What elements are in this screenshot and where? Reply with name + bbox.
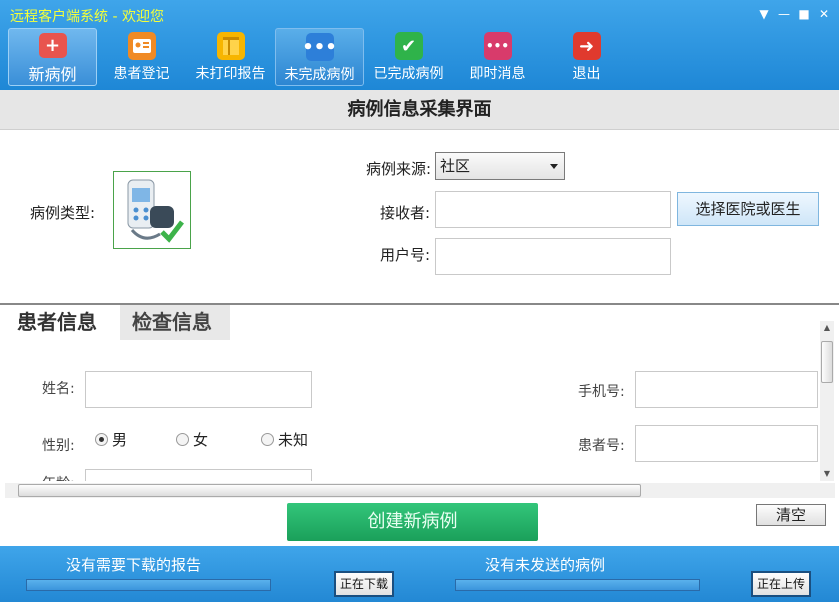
horizontal-scrollbar[interactable]: [5, 483, 835, 498]
toolbar-new-case-button[interactable]: + 新病例: [8, 28, 97, 86]
name-label: 姓名:: [42, 381, 75, 397]
page-title: 病例信息采集界面: [0, 90, 839, 130]
clear-button[interactable]: 清空: [756, 504, 826, 526]
patient-no-field[interactable]: [635, 425, 818, 462]
toolbar-label: 未打印报告: [195, 66, 266, 82]
upload-progress-bar: [455, 579, 700, 591]
user-id-label: 用户号:: [380, 246, 431, 264]
vertical-scrollbar[interactable]: ▲ ▼: [820, 321, 834, 481]
upload-status-text: 没有未发送的病例: [485, 556, 606, 574]
case-source-select[interactable]: 社区: [435, 152, 565, 180]
receiver-label: 接收者:: [380, 204, 431, 222]
ellipsis-icon: •••: [302, 33, 337, 61]
chevron-down-icon: [550, 164, 558, 169]
gender-option-label: 女: [193, 431, 209, 449]
action-row: 创建新病例 清空: [0, 498, 839, 546]
select-hospital-doctor-button[interactable]: 选择医院或医生: [677, 192, 819, 226]
create-case-button[interactable]: 创建新病例: [287, 503, 538, 541]
radio-unselected-icon: [261, 433, 274, 446]
toolbar-label: 已完成病例: [373, 66, 444, 82]
gender-radio-female[interactable]: 女: [176, 429, 208, 450]
gender-radio-male[interactable]: 男: [95, 429, 127, 450]
toolbar-label: 患者登记: [113, 66, 170, 82]
id-card-icon: [127, 32, 156, 60]
scroll-down-icon[interactable]: ▼: [822, 469, 832, 479]
scrollbar-thumb[interactable]: [821, 341, 833, 383]
case-info-panel: 病例类型: 病例来源: 社区 接收者: 选择医院或医生 用户号:: [0, 131, 839, 303]
user-id-field[interactable]: [435, 238, 671, 275]
gender-radio-unknown[interactable]: 未知: [261, 429, 308, 450]
uploading-button[interactable]: 正在上传: [751, 571, 811, 597]
toolbar-label: 新病例: [28, 65, 77, 84]
exit-icon: ➜: [572, 32, 601, 60]
minimize-icon[interactable]: —: [777, 6, 791, 22]
scrollbar-thumb[interactable]: [18, 484, 641, 497]
patient-tabs-panel: 患者信息 检查信息 姓名: 手机号: 性别: 男 女 未知 患者号: 年龄: ▲…: [0, 303, 839, 498]
phone-field[interactable]: [635, 371, 818, 408]
window-controls: ▼ — ■ ✕: [757, 6, 831, 22]
toolbar-label: 未完成病例: [284, 67, 355, 83]
scroll-up-icon[interactable]: ▲: [822, 323, 832, 333]
download-status-text: 没有需要下载的报告: [66, 556, 202, 574]
blood-pressure-monitor-icon[interactable]: [113, 171, 191, 249]
tab-exam-info[interactable]: 检查信息: [120, 305, 230, 340]
window-title: 远程客户端系统 - 欢迎您: [10, 9, 164, 25]
maximize-icon[interactable]: ■: [797, 6, 811, 22]
toolbar-incomplete-cases-button[interactable]: ••• 未完成病例: [275, 28, 364, 86]
case-source-label: 病例来源:: [366, 160, 432, 178]
gender-option-label: 未知: [278, 431, 309, 449]
case-type-label: 病例类型:: [30, 204, 96, 222]
toolbar-patient-register-button[interactable]: 患者登记: [97, 28, 186, 86]
toolbar-exit-button[interactable]: ➜ 退出: [542, 28, 631, 86]
plus-icon: +: [38, 33, 67, 58]
case-source-value: 社区: [440, 157, 471, 175]
download-progress-bar: [26, 579, 271, 591]
title-bar: 远程客户端系统 - 欢迎您 ▼ — ■ ✕ + 新病例 患者登记 未打印报告 •…: [0, 0, 839, 90]
close-icon[interactable]: ✕: [817, 6, 831, 22]
age-field[interactable]: [85, 469, 312, 481]
age-label: 年龄:: [42, 473, 75, 481]
check-icon: ✔: [394, 32, 423, 60]
radio-unselected-icon: [176, 433, 189, 446]
receiver-field[interactable]: [435, 191, 671, 228]
age-row-clip: 年龄:: [0, 467, 820, 481]
main-toolbar: + 新病例 患者登记 未打印报告 ••• 未完成病例 ✔ 已完成病例 ••• 即…: [8, 28, 631, 86]
patient-no-label: 患者号:: [578, 438, 625, 454]
toolbar-label: 即时消息: [469, 66, 526, 82]
tab-patient-info[interactable]: 患者信息: [5, 305, 109, 340]
radio-selected-icon: [95, 433, 108, 446]
status-bar: 没有需要下载的报告 正在下载 没有未发送的病例 正在上传: [0, 546, 839, 602]
gender-label: 性别:: [42, 438, 75, 454]
toolbar-unprinted-reports-button[interactable]: 未打印报告: [186, 28, 275, 86]
menu-dropdown-icon[interactable]: ▼: [757, 6, 771, 22]
toolbar-instant-message-button[interactable]: ••• 即时消息: [453, 28, 542, 86]
phone-label: 手机号:: [578, 384, 625, 400]
chat-icon: •••: [483, 32, 512, 60]
gender-option-label: 男: [112, 431, 128, 449]
downloading-button[interactable]: 正在下载: [334, 571, 394, 597]
toolbar-label: 退出: [572, 66, 601, 82]
name-field[interactable]: [85, 371, 312, 408]
toolbar-completed-cases-button[interactable]: ✔ 已完成病例: [364, 28, 453, 86]
notebook-icon: [216, 32, 245, 60]
